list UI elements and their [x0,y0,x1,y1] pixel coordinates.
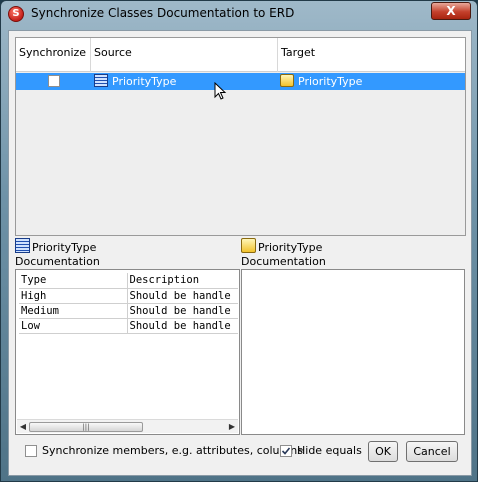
sync-members-label[interactable]: Synchronize members, e.g. attributes, co… [42,444,303,457]
source-panel-name: PriorityType [32,241,97,254]
table-row[interactable]: Low Should be handle [19,318,238,334]
sync-members-option[interactable]: Synchronize members, e.g. attributes, co… [25,444,303,460]
target-documentation-label: Documentation [241,255,326,268]
doc-header-type: Type [19,273,128,289]
doc-cell-type[interactable]: Medium [19,303,128,319]
source-documentation-label: Documentation [15,255,100,268]
ok-button[interactable]: OK [368,441,398,462]
source-doc-table: Type Description High Should be handle M… [19,273,238,334]
synchronize-checkbox[interactable] [48,75,60,87]
dialog-title: Synchronize Classes Documentation to ERD [31,6,295,20]
column-header-target[interactable]: Target [278,38,465,72]
target-panel-title: PriorityType [241,238,322,254]
table-row[interactable]: Medium Should be handle [19,303,238,319]
doc-cell-description[interactable]: Should be handle [127,318,238,334]
table-row[interactable]: High Should be handle [19,288,238,304]
doc-cell-type[interactable]: Low [19,318,128,334]
app-logo-icon: S [8,6,24,22]
doc-cell-description[interactable]: Should be handle [127,288,238,304]
entity-icon [280,74,294,87]
target-name: PriorityType [298,75,363,88]
doc-cell-description[interactable]: Should be handle [127,303,238,319]
cancel-button[interactable]: Cancel [406,441,458,462]
synchronize-cell [16,73,91,90]
scroll-right-icon[interactable]: ▶ [226,420,238,434]
class-icon [94,74,108,87]
checkmark-icon [281,447,291,455]
title-bar[interactable]: S Synchronize Classes Documentation to E… [1,1,477,27]
doc-cell-type[interactable]: High [19,288,128,304]
dialog-content: Synchronize Source Target PriorityType P… [8,30,472,476]
scroll-left-icon[interactable]: ◀ [17,420,29,434]
close-button[interactable]: X [431,2,471,20]
target-cell[interactable]: PriorityType [278,73,465,90]
target-documentation-box[interactable] [241,269,465,435]
hide-equals-option[interactable]: Hide equals [280,444,370,460]
mouse-cursor-icon [214,82,227,100]
target-panel-name: PriorityType [258,241,323,254]
source-panel-title: PriorityType [15,238,96,254]
column-header-source[interactable]: Source [91,38,278,72]
dialog-window: S Synchronize Classes Documentation to E… [0,0,478,482]
scroll-thumb[interactable]: ||| [29,422,143,432]
doc-table-header: Type Description [19,273,238,289]
hide-equals-checkbox[interactable] [280,445,292,457]
column-header-synchronize[interactable]: Synchronize [16,38,91,72]
source-name: PriorityType [112,75,177,88]
class-icon [15,238,30,253]
source-cell[interactable]: PriorityType [91,73,278,90]
sync-members-checkbox[interactable] [25,445,37,457]
entity-icon [241,238,256,253]
table-row[interactable]: PriorityType PriorityType [16,73,465,90]
table-header: Synchronize Source Target [16,38,465,72]
mapping-table: Synchronize Source Target PriorityType P… [15,37,466,236]
horizontal-scrollbar[interactable]: ◀ ||| ▶ [17,419,238,433]
hide-equals-label[interactable]: Hide equals [297,444,362,457]
doc-header-description: Description [127,273,238,289]
source-documentation-box[interactable]: Type Description High Should be handle M… [15,269,240,435]
target-doc-text[interactable] [242,270,464,276]
